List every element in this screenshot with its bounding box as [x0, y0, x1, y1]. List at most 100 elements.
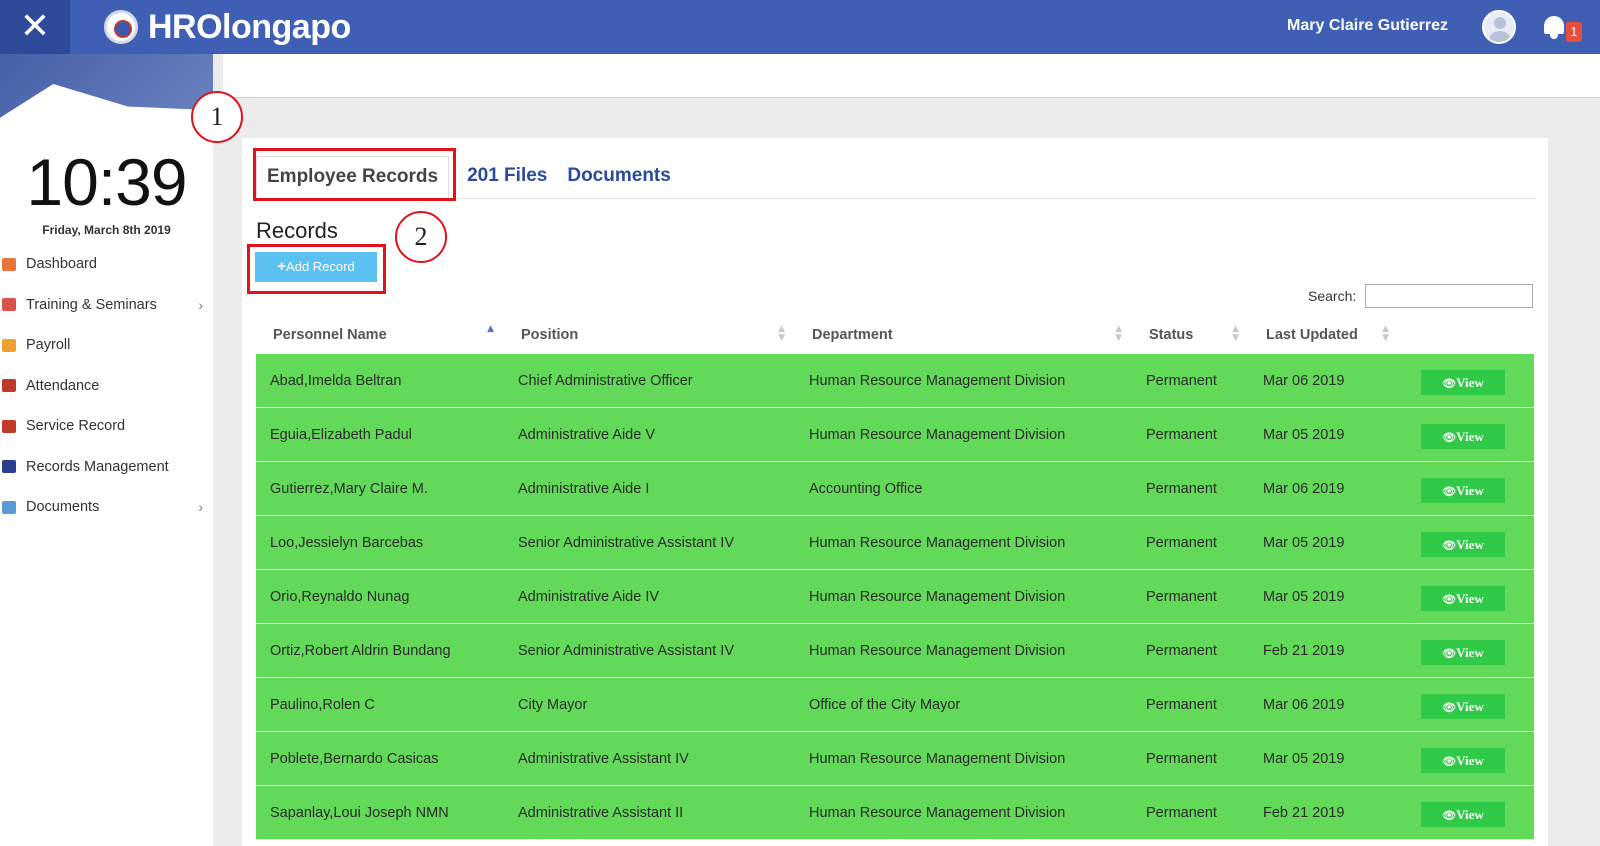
sidebar-item[interactable]: Training & Seminars › — [0, 285, 213, 326]
column-header-personnel-name[interactable]: Personnel Name ▲ — [256, 316, 504, 354]
table-row: Gutierrez,Mary Claire M. Administrative A… — [256, 462, 1534, 516]
bell-icon[interactable] — [1542, 14, 1566, 40]
sort-icon: ▲ ▼ — [1382, 324, 1389, 343]
table-cell: Feb 21 2019 — [1263, 642, 1345, 659]
tab-documents[interactable]: Documents — [557, 156, 680, 198]
sidebar-item[interactable]: Attendance — [0, 366, 213, 407]
annotation-marker-2: 2 — [395, 211, 447, 263]
table-cell: Mar 05 2019 — [1263, 588, 1345, 605]
table-cell: Human Resource Management Division — [809, 534, 1066, 551]
table-cell: Permanent — [1146, 642, 1217, 659]
table-cell: Administrative Aide IV — [518, 588, 660, 605]
view-button[interactable]: 👁View — [1421, 748, 1505, 773]
top-bar: ✕ HROlongapo Mary Claire Gutierrez 1 — [0, 0, 1600, 54]
table-cell: Permanent — [1146, 372, 1217, 389]
table-cell: Ortiz,Robert Aldrin Bundang — [270, 642, 451, 659]
chevron-right-icon: › — [198, 499, 203, 515]
sidebar-item[interactable]: Service Record — [0, 406, 213, 447]
sidebar-item-label: Training & Seminars — [26, 296, 157, 313]
search-icon — [2, 419, 16, 433]
sidebar-item[interactable]: Records Management — [0, 447, 213, 488]
table-row: Sapanlay,Loui Joseph NMN Administrative A… — [256, 786, 1534, 840]
table-cell: Office of the City Mayor — [809, 696, 961, 713]
table-cell: Mar 05 2019 — [1263, 426, 1345, 443]
table-cell: Mar 06 2019 — [1263, 696, 1345, 713]
sidebar: 10:39 Friday, March 8th 2019 Dashboard Tr… — [0, 54, 213, 846]
tab-201-files[interactable]: 201 Files — [457, 156, 557, 198]
brand[interactable]: HROlongapo — [104, 8, 351, 46]
sort-icon: ▲ ▼ — [778, 324, 785, 343]
eye-icon: 👁 — [1442, 539, 1457, 552]
view-label: View — [1456, 699, 1484, 714]
view-button[interactable]: 👁View — [1421, 694, 1505, 719]
annotation-box-add — [247, 244, 386, 294]
view-label: View — [1456, 483, 1484, 498]
table-cell: Human Resource Management Division — [809, 372, 1066, 389]
table-row: Eguia,Elizabeth Padul Administrative Aide… — [256, 408, 1534, 462]
column-header-position[interactable]: Position ▲ ▼ — [504, 316, 795, 354]
table-cell: Orio,Reynaldo Nunag — [270, 588, 410, 605]
sidebar-item[interactable]: Payroll — [0, 325, 213, 366]
view-button[interactable]: 👁View — [1421, 424, 1505, 449]
sidebar-item[interactable]: Documents › — [0, 487, 213, 528]
table-cell-action: 👁View — [1399, 690, 1534, 719]
sidebar-item[interactable]: Dashboard — [0, 244, 213, 285]
table-cell: Permanent — [1146, 588, 1217, 605]
view-button[interactable]: 👁View — [1421, 802, 1505, 827]
table-cell: Accounting Office — [809, 480, 923, 497]
view-button[interactable]: 👁View — [1421, 640, 1505, 665]
section-title: Records — [256, 218, 338, 243]
table-cell: Administrative Aide V — [518, 426, 656, 443]
table-cell-action: 👁View — [1399, 366, 1534, 395]
eye-icon: 👁 — [1442, 809, 1457, 822]
table-cell: Chief Administrative Officer — [518, 372, 693, 389]
sort-icon: ▲ ▼ — [1232, 324, 1239, 343]
annotation-marker-1: 1 — [191, 91, 243, 143]
column-header-department[interactable]: Department ▲ ▼ — [795, 316, 1132, 354]
table-cell-action: 👁View — [1399, 636, 1534, 665]
search-input[interactable] — [1365, 284, 1533, 308]
sidebar-item-label: Payroll — [26, 337, 71, 354]
city-seal-icon — [104, 10, 138, 44]
table-cell: Administrative Aide I — [518, 480, 650, 497]
column-header-last-updated[interactable]: Last Updated ▲ ▼ — [1249, 316, 1399, 354]
table-cell: Gutierrez,Mary Claire M. — [270, 480, 428, 497]
view-label: View — [1456, 645, 1484, 660]
table-row: Poblete,Bernardo Casicas Administrative A… — [256, 732, 1534, 786]
annotation-box-tab — [253, 148, 456, 201]
people-icon — [2, 338, 16, 352]
table-cell: Senior Administrative Assistant IV — [518, 642, 734, 659]
table-row: Paulino,Rolen C City Mayor Office of the C… — [256, 678, 1534, 732]
document-icon — [2, 500, 16, 514]
book-icon — [2, 460, 16, 474]
table-cell-action: 👁View — [1399, 744, 1534, 773]
table-cell-action: 👁View — [1399, 528, 1534, 557]
main-header-strip — [223, 54, 1600, 98]
records-table: Personnel Name ▲ Position ▲ ▼ Department ▲ ▼ … — [256, 316, 1534, 840]
table-cell: Permanent — [1146, 804, 1217, 821]
table-cell-action: 👁View — [1399, 474, 1534, 503]
close-menu-button[interactable]: ✕ — [0, 0, 70, 54]
view-button[interactable]: 👁View — [1421, 586, 1505, 611]
view-button[interactable]: 👁View — [1421, 370, 1505, 395]
table-cell: Mar 05 2019 — [1263, 534, 1345, 551]
user-avatar[interactable] — [1482, 10, 1516, 44]
table-cell: Mar 06 2019 — [1263, 480, 1345, 497]
column-header-status[interactable]: Status ▲ ▼ — [1132, 316, 1249, 354]
eye-icon: 👁 — [1442, 431, 1457, 444]
table-cell: Mar 06 2019 — [1263, 372, 1345, 389]
clock-icon — [2, 379, 16, 393]
view-button[interactable]: 👁View — [1421, 532, 1505, 557]
eye-icon: 👁 — [1442, 755, 1457, 768]
table-row: Ortiz,Robert Aldrin Bundang Senior Admini… — [256, 624, 1534, 678]
eye-icon: 👁 — [1442, 377, 1457, 390]
notification-badge: 1 — [1566, 22, 1582, 42]
table-cell-action: 👁View — [1399, 420, 1534, 449]
table-cell: Human Resource Management Division — [809, 750, 1066, 767]
user-name[interactable]: Mary Claire Gutierrez — [1287, 17, 1448, 35]
sort-asc-icon: ▲ — [487, 324, 494, 334]
view-button[interactable]: 👁View — [1421, 478, 1505, 503]
sidebar-item-label: Documents — [26, 499, 100, 516]
view-label: View — [1456, 753, 1484, 768]
table-cell: City Mayor — [518, 696, 588, 713]
